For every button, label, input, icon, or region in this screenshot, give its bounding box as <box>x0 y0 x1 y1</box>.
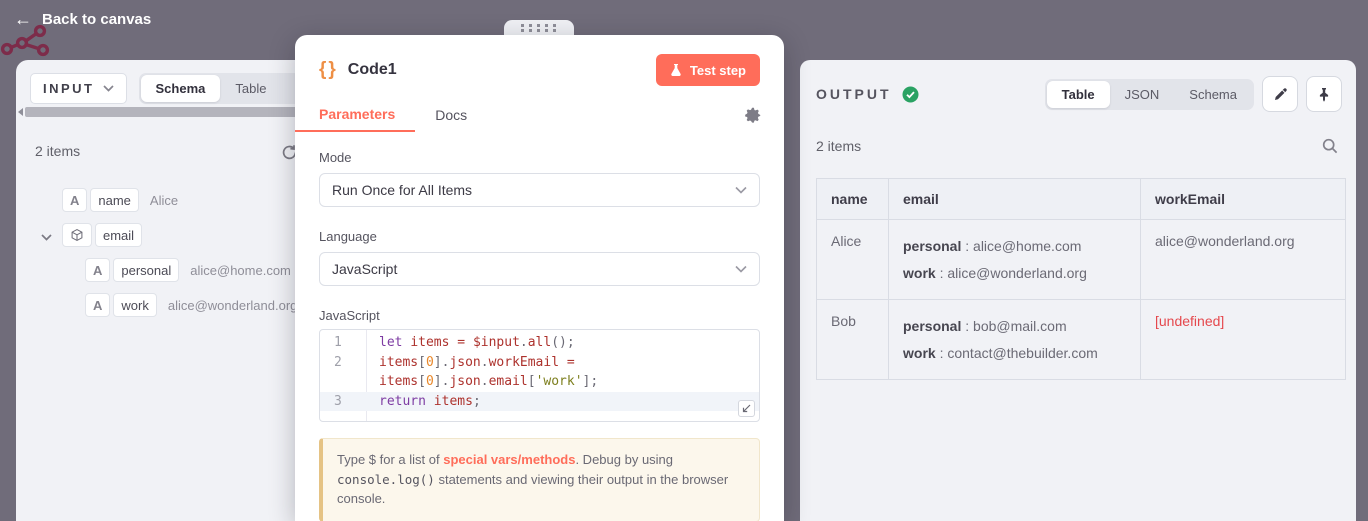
test-step-button[interactable]: Test step <box>656 54 760 86</box>
node-title[interactable]: Code1 <box>348 61 397 79</box>
mode-select[interactable]: Run Once for All Items <box>319 173 760 207</box>
string-type-icon[interactable]: A <box>85 258 110 282</box>
workflow-logo-icon <box>0 24 52 58</box>
mode-label: Mode <box>319 150 760 165</box>
pencil-icon <box>1273 87 1288 102</box>
output-panel-title: OUTPUT <box>816 86 892 102</box>
code-text: return items; <box>366 392 481 412</box>
email-entry: work : alice@wonderland.org <box>903 260 1126 287</box>
output-tab-json[interactable]: JSON <box>1110 81 1175 108</box>
mode-value: Run Once for All Items <box>332 182 472 198</box>
code-text: let items = $input.all(); <box>366 333 575 353</box>
language-label: Language <box>319 229 760 244</box>
special-vars-link[interactable]: special vars/methods <box>443 452 575 467</box>
notice-text: . Debug by using <box>575 452 673 467</box>
string-type-icon[interactable]: A <box>85 293 110 317</box>
notice-text: Type $ for a list of <box>337 452 443 467</box>
code-line[interactable]: 1let items = $input.all(); <box>320 333 759 353</box>
modal-tabs: Parameters Docs <box>295 98 784 132</box>
console-log-code: console.log() <box>337 472 435 487</box>
code-line[interactable]: items[0].json.email['work']; <box>320 372 759 392</box>
email-entry: personal : alice@home.com <box>903 233 1126 260</box>
modal-header: {} Code1 Test step <box>295 35 784 86</box>
cell-name: Alice <box>817 220 889 300</box>
object-type-icon[interactable] <box>62 223 92 247</box>
column-header-name[interactable]: name <box>817 179 889 220</box>
input-items-count: 2 items <box>35 143 80 159</box>
pin-icon <box>1317 87 1331 102</box>
line-number: 2 <box>320 353 366 373</box>
code-text: items[0].json.email['work']; <box>366 372 598 392</box>
chevron-down-icon <box>735 265 747 273</box>
input-source-dropdown[interactable]: INPUT <box>30 73 127 104</box>
input-tab-schema[interactable]: Schema <box>141 75 221 102</box>
cell-email: personal : bob@mail.comwork : contact@th… <box>889 300 1141 380</box>
output-tab-schema[interactable]: Schema <box>1174 81 1252 108</box>
string-type-icon[interactable]: A <box>62 188 87 212</box>
flask-icon <box>670 63 682 77</box>
table-row: Bobpersonal : bob@mail.comwork : contact… <box>817 300 1346 380</box>
column-header-email[interactable]: email <box>889 179 1141 220</box>
output-tab-table[interactable]: Table <box>1047 81 1110 108</box>
code-text: items[0].json.workEmail = <box>366 353 575 373</box>
input-panel-title: INPUT <box>43 81 95 96</box>
schema-key-pill[interactable]: personal <box>113 258 179 282</box>
schema-key-pill[interactable]: name <box>90 188 139 212</box>
tab-parameters[interactable]: Parameters <box>295 98 415 132</box>
code-line[interactable]: 3return items; <box>320 392 759 412</box>
schema-value: Alice <box>150 193 178 208</box>
line-number <box>320 372 366 392</box>
test-step-label: Test step <box>690 63 746 78</box>
schema-key-pill[interactable]: work <box>113 293 156 317</box>
pin-data-button[interactable] <box>1306 76 1342 112</box>
edit-output-button[interactable] <box>1262 76 1298 112</box>
chevron-down-icon <box>735 186 747 194</box>
success-check-icon <box>902 86 919 103</box>
chevron-down-icon <box>103 85 114 92</box>
code-editor-label: JavaScript <box>319 308 760 323</box>
schema-key-pill[interactable]: email <box>95 223 142 247</box>
parameters-body: Mode Run Once for All Items Language Jav… <box>295 132 784 521</box>
code-editor[interactable]: 1let items = $input.all();2items[0].json… <box>319 329 760 422</box>
language-value: JavaScript <box>332 261 397 277</box>
language-select[interactable]: JavaScript <box>319 252 760 286</box>
code-line[interactable]: 2items[0].json.workEmail = <box>320 353 759 373</box>
collapse-chevron-icon[interactable] <box>41 228 52 246</box>
line-number: 3 <box>320 392 366 412</box>
cell-workemail: [undefined] <box>1141 300 1346 380</box>
cell-name: Bob <box>817 300 889 380</box>
line-number: 1 <box>320 333 366 353</box>
cell-email: personal : alice@home.comwork : alice@wo… <box>889 220 1141 300</box>
scroll-left-arrow-icon[interactable] <box>18 108 23 116</box>
output-subheader: 2 items <box>816 138 1338 154</box>
table-header-row: nameemailworkEmail <box>817 179 1346 220</box>
email-entry: personal : bob@mail.com <box>903 313 1126 340</box>
back-to-canvas-label: Back to canvas <box>42 11 151 28</box>
column-header-workemail[interactable]: workEmail <box>1141 179 1346 220</box>
app-root: ← Back to canvas INPUT SchemaTableJSON 2… <box>0 0 1368 521</box>
node-settings-gear-icon[interactable] <box>744 106 762 124</box>
hint-notice: Type $ for a list of special vars/method… <box>319 438 760 521</box>
tab-docs[interactable]: Docs <box>435 107 467 123</box>
code-node-icon: {} <box>319 59 338 81</box>
output-table: nameemailworkEmailAlicepersonal : alice@… <box>816 178 1346 380</box>
table-row: Alicepersonal : alice@home.comwork : ali… <box>817 220 1346 300</box>
output-panel: OUTPUT TableJSONSchema 2 items nameemail… <box>800 60 1356 521</box>
expand-editor-button[interactable] <box>738 400 755 417</box>
expand-icon <box>742 404 751 413</box>
schema-value: alice@wonderland.org <box>168 298 298 313</box>
drag-dots-icon <box>521 24 557 32</box>
ndv-drag-handle[interactable] <box>504 20 574 36</box>
search-icon[interactable] <box>1322 138 1338 154</box>
email-entry: work : contact@thebuilder.com <box>903 340 1126 367</box>
schema-value: alice@home.com <box>190 263 291 278</box>
output-items-count: 2 items <box>816 138 861 154</box>
output-panel-header: OUTPUT TableJSONSchema <box>816 76 1342 112</box>
output-view-tabs: TableJSONSchema <box>1045 79 1254 110</box>
output-actions: TableJSONSchema <box>1045 76 1342 112</box>
cell-workemail: alice@wonderland.org <box>1141 220 1346 300</box>
input-tab-table[interactable]: Table <box>220 75 281 102</box>
node-details-modal: {} Code1 Test step Parameters Docs Mode … <box>295 35 784 521</box>
